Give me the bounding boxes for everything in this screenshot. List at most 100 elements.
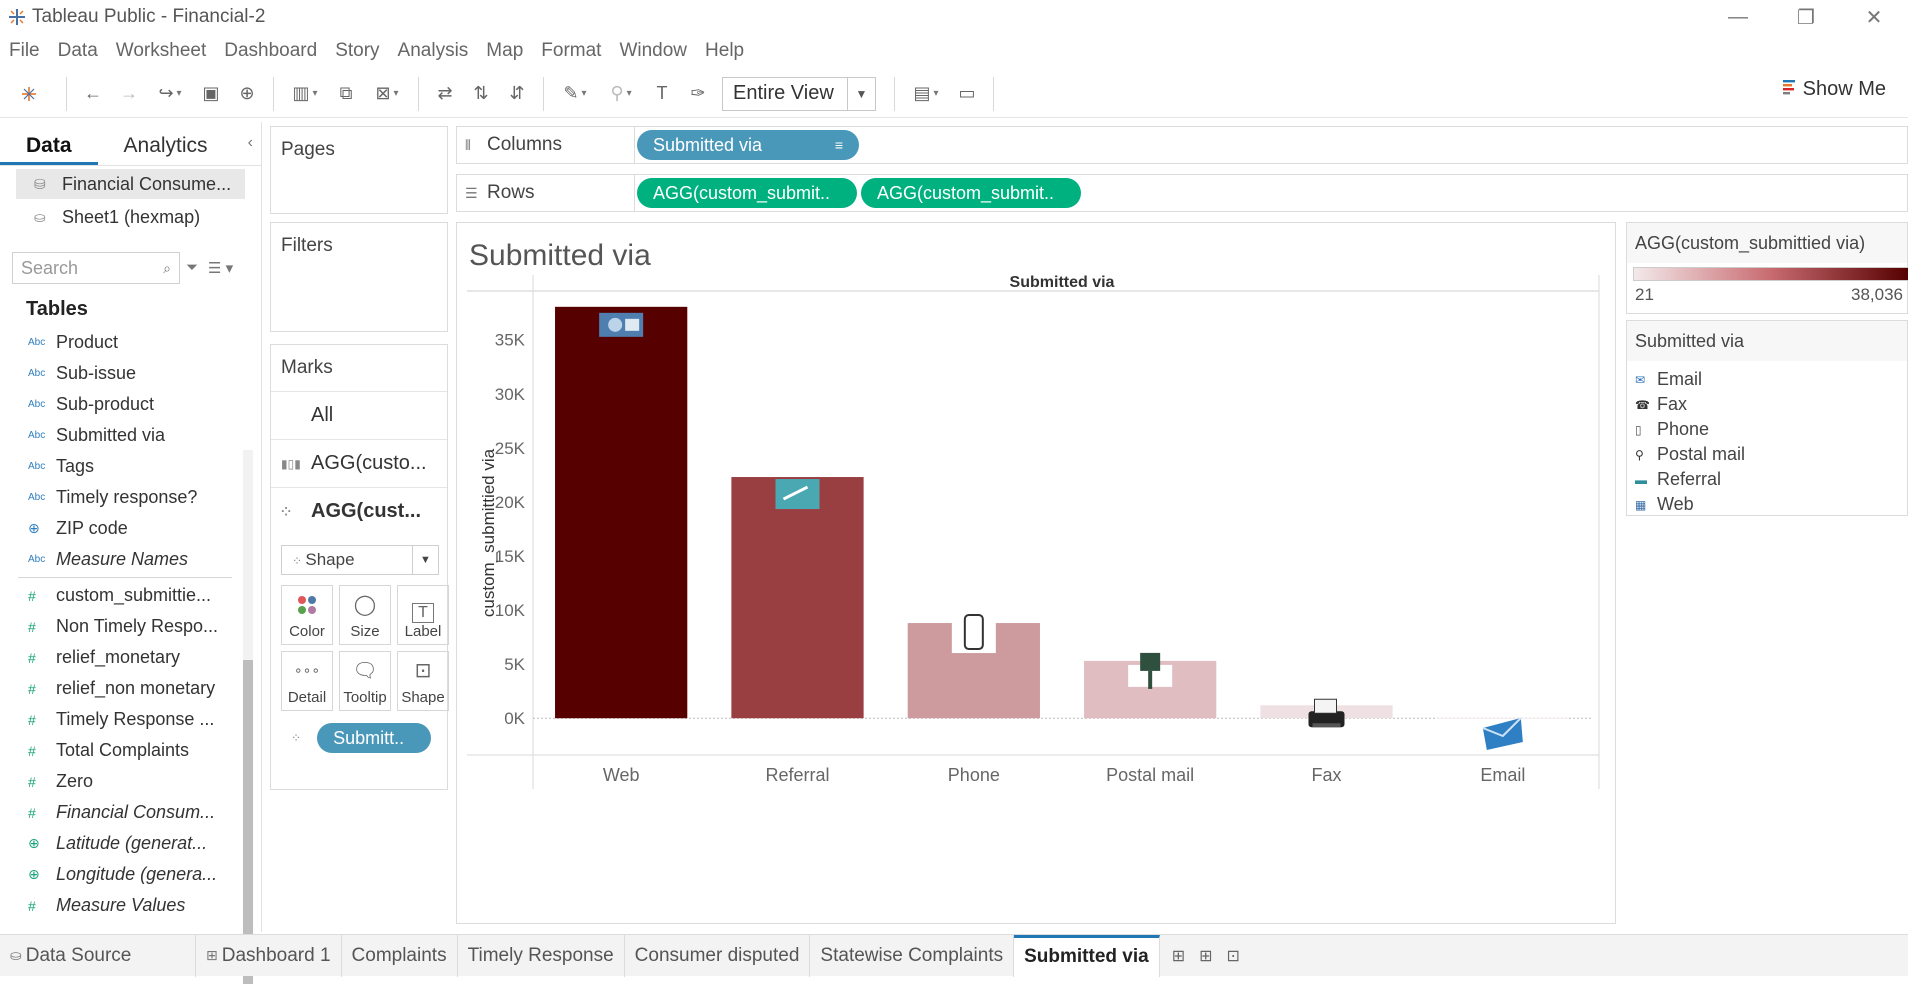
rows-pill-agg-2[interactable]: AGG(custom_submit.. (861, 178, 1081, 208)
field-timely-response-measure[interactable]: # Timely Response ... (0, 704, 246, 735)
menu-data[interactable]: Data (58, 40, 98, 62)
legend-item-web[interactable]: ▦ Web (1627, 492, 1907, 517)
menu-worksheet[interactable]: Worksheet (116, 40, 206, 62)
size-button[interactable]: ◯ Size (339, 585, 391, 645)
field-zip-code[interactable]: ⊕ ZIP code (0, 513, 246, 544)
new-worksheet-icon[interactable]: ⊞ (1172, 946, 1185, 966)
shape-field-pill[interactable]: Submitt.. (317, 723, 432, 753)
minimize-button[interactable]: — (1704, 0, 1772, 34)
field-total-complaints[interactable]: # Total Complaints (0, 735, 246, 766)
group-icon[interactable]: ⚲ ▾ (598, 76, 644, 112)
rows-shelf[interactable]: ☰ Rows AGG(custom_submit.. AGG(custom_sub… (456, 174, 1908, 212)
marks-agg-2[interactable]: ⁘ AGG(cust... (271, 487, 447, 535)
color-legend[interactable]: AGG(custom_submittied via) 21 38,036 (1626, 222, 1908, 314)
field-tags[interactable]: Abc Tags (0, 451, 246, 482)
bar-chart-icon: ▮▯▮ (281, 456, 301, 471)
field-financial-count[interactable]: # Financial Consum... (0, 797, 246, 828)
menu-story[interactable]: Story (335, 40, 379, 62)
field-search-input[interactable]: Search ⌕ (12, 252, 180, 284)
legend-item-fax[interactable]: ☎ Fax (1627, 392, 1907, 417)
columns-pill-submitted-via[interactable]: Submitted via ≡ (637, 130, 859, 160)
filter-icon[interactable]: ⏷ (186, 259, 198, 277)
field-measure-names[interactable]: Abc Measure Names (0, 544, 246, 575)
highlight-icon[interactable]: ✎ ▾ (552, 76, 598, 112)
tab-submitted-via[interactable]: Submitted via (1014, 934, 1160, 977)
duplicate-icon[interactable]: ⧉ (328, 76, 364, 112)
datasource-financial[interactable]: ⛁ Financial Consume... (16, 169, 245, 199)
legend-item-referral[interactable]: ▬ Referral (1627, 467, 1907, 492)
label-button[interactable]: T Label (397, 585, 449, 645)
tableau-start-icon[interactable] (0, 76, 58, 112)
new-dashboard-icon[interactable]: ⊞ (1199, 946, 1212, 966)
detail-button[interactable]: ∘∘∘ Detail (281, 651, 333, 711)
y-tick-label: 15K (495, 547, 526, 566)
field-zero[interactable]: # Zero (0, 766, 246, 797)
legend-item-postal-mail[interactable]: ⚲ Postal mail (1627, 442, 1907, 467)
sort-ascending-icon[interactable]: ⇅ (463, 76, 499, 112)
show-cards-icon[interactable]: ▤ ▾ (903, 76, 949, 112)
menu-help[interactable]: Help (705, 40, 744, 62)
mark-type-select[interactable]: ⁘ Shape ▼ (281, 545, 439, 575)
field-relief-monetary[interactable]: # relief_monetary (0, 642, 246, 673)
menu-format[interactable]: Format (541, 40, 601, 62)
menu-map[interactable]: Map (486, 40, 523, 62)
collapse-pane-icon[interactable]: ‹ (248, 134, 253, 152)
legend-item-phone[interactable]: ▯ Phone (1627, 417, 1907, 442)
marks-all[interactable]: All (271, 391, 447, 439)
menu-window[interactable]: Window (619, 40, 687, 62)
columns-shelf[interactable]: ⫴ Columns Submitted via ≡ (456, 126, 1908, 164)
x-tick-label: Email (1480, 765, 1525, 785)
menu-analysis[interactable]: Analysis (398, 40, 469, 62)
undo-icon[interactable]: ← (75, 76, 111, 112)
tab-consumer-disputed[interactable]: Consumer disputed (625, 934, 811, 977)
menu-file[interactable]: File (9, 40, 40, 62)
labels-icon[interactable]: T (644, 76, 680, 112)
sort-descending-icon[interactable]: ⇵ (499, 76, 535, 112)
fit-view-select[interactable]: Entire View ▼ (722, 76, 876, 111)
rows-pill-agg-1[interactable]: AGG(custom_submit.. (637, 178, 857, 208)
pin-icon[interactable]: ✑ (680, 76, 716, 112)
presentation-mode-icon[interactable]: ▭ (949, 76, 985, 112)
field-submitted-via[interactable]: Abc Submitted via (0, 420, 246, 451)
tab-data[interactable]: Data (0, 122, 98, 165)
tab-dashboard-1[interactable]: ⊞ Dashboard 1 (196, 934, 342, 977)
new-worksheet-icon[interactable]: ▥ ▾ (282, 76, 328, 112)
field-sub-product[interactable]: Abc Sub-product (0, 389, 246, 420)
menu-dashboard[interactable]: Dashboard (224, 40, 317, 62)
clear-sheet-icon[interactable]: ⊠ ▾ (364, 76, 410, 112)
marks-agg-1[interactable]: ▮▯▮ AGG(custo... (271, 439, 447, 487)
tooltip-button[interactable]: 🗨 Tooltip (339, 651, 391, 711)
show-me-button[interactable]: Show Me (1782, 78, 1886, 101)
tab-timely-response[interactable]: Timely Response (458, 934, 625, 977)
pages-card[interactable]: Pages (270, 126, 448, 214)
tab-data-source[interactable]: ⛀ Data Source (0, 934, 196, 977)
color-button[interactable]: Color (281, 585, 333, 645)
filters-card[interactable]: Filters (270, 222, 448, 332)
field-timely-response[interactable]: Abc Timely response? (0, 482, 246, 513)
new-datasource-icon[interactable]: ⊕ (229, 76, 265, 112)
new-story-icon[interactable]: ⊡ (1227, 946, 1240, 966)
save-icon[interactable]: ▣ (193, 76, 229, 112)
field-non-timely[interactable]: # Non Timely Respo... (0, 611, 246, 642)
field-custom-submitted[interactable]: # custom_submittie... (0, 580, 246, 611)
view-list-icon[interactable]: ☰ ▾ (208, 259, 233, 277)
field-sub-issue[interactable]: Abc Sub-issue (0, 358, 246, 389)
field-latitude[interactable]: ⊕ Latitude (generat... (0, 828, 246, 859)
field-measure-values[interactable]: # Measure Values (0, 890, 246, 921)
replay-icon[interactable]: ↪ ▾ (147, 76, 193, 112)
redo-icon[interactable]: → (111, 76, 147, 112)
shape-button[interactable]: ⊡ Shape (397, 651, 449, 711)
shape-legend[interactable]: Submitted via ✉ Email ☎ Fax ▯ Phone ⚲ Postal… (1626, 320, 1908, 516)
field-relief-non-monetary[interactable]: # relief_non monetary (0, 673, 246, 704)
tab-statewise-complaints[interactable]: Statewise Complaints (810, 934, 1015, 977)
field-longitude[interactable]: ⊕ Longitude (genera... (0, 859, 246, 890)
field-list-scrollbar[interactable] (243, 450, 253, 984)
restore-button[interactable]: ❐ (1772, 0, 1840, 34)
close-button[interactable]: ✕ (1840, 0, 1908, 34)
tab-complaints[interactable]: Complaints (342, 934, 458, 977)
legend-item-email[interactable]: ✉ Email (1627, 367, 1907, 392)
field-product[interactable]: Abc Product (0, 327, 246, 358)
tab-analytics[interactable]: Analytics (98, 122, 234, 165)
swap-icon[interactable]: ⇄ (427, 76, 463, 112)
datasource-hexmap[interactable]: ⛀ Sheet1 (hexmap) (16, 202, 245, 232)
